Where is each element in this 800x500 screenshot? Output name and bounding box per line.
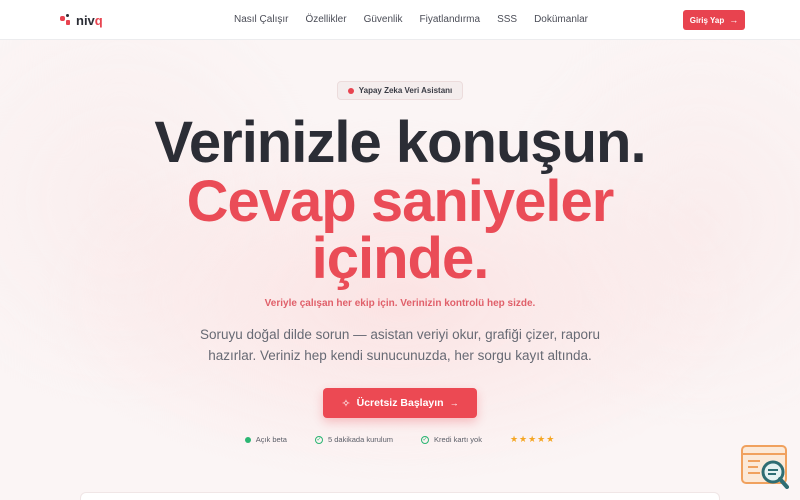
nav-link-docs[interactable]: Dokümanlar [534, 14, 588, 25]
hero-tagline: Veriyle çalışan her ekip için. Verinizin… [264, 298, 536, 309]
top-nav: nivq Nasıl Çalışır Özellikler Güvenlik F… [0, 0, 800, 40]
nav-link-how-it-works[interactable]: Nasıl Çalışır [234, 14, 288, 25]
logo[interactable]: nivq [60, 12, 103, 28]
start-free-button[interactable]: ✧ Ücretsiz Başlayın → [323, 388, 477, 418]
arrow-right-icon: → [729, 14, 739, 25]
hero-title-line-1: Verinizle konuşun. [154, 110, 646, 175]
hero-title-line-2: Cevap saniyeler [186, 169, 615, 234]
nav-link-faq[interactable]: SSS [497, 14, 517, 25]
check-circle-icon: ✓ [421, 435, 430, 444]
chat-search-icon[interactable] [741, 445, 789, 489]
nav-link-pricing[interactable]: Fiyatlandırma [419, 14, 480, 25]
nav-link-features[interactable]: Özellikler [305, 14, 346, 25]
feature-label: Kredi kartı yok [434, 435, 482, 444]
hero-badge-label: Yapay Zeka Veri Asistanı [358, 86, 453, 95]
login-button-label: Giriş Yap [689, 15, 725, 25]
preview-card [80, 492, 720, 500]
nav-links: Nasıl Çalışır Özellikler Güvenlik Fiyatl… [234, 14, 588, 25]
start-free-button-label: Ücretsiz Başlayın [356, 397, 444, 409]
feature-no-card: ✓ Kredi kartı yok [421, 435, 482, 444]
hero-title-line-3: içinde. [311, 226, 490, 291]
logo-mark-icon [60, 14, 72, 26]
feature-label: 5 dakikada kurulum [327, 435, 394, 444]
feature-setup: ✓ 5 dakikada kurulum [314, 435, 394, 444]
hero-description: Soruyu doğal dilde sorun — asistan veriy… [200, 327, 600, 363]
nav-link-security[interactable]: Güvenlik [364, 14, 403, 25]
arrow-right-icon: → [449, 397, 459, 408]
login-button[interactable]: Giriş Yap → [683, 10, 745, 30]
status-dot-icon [244, 436, 251, 443]
hero-badge: Yapay Zeka Veri Asistanı [337, 81, 463, 100]
feature-open-beta: Açık beta [244, 435, 287, 444]
sparkle-icon: ✧ [341, 397, 351, 410]
feature-list: Açık beta ✓ 5 dakikada kurulum ✓ Kredi k… [0, 434, 800, 445]
status-dot-icon [347, 87, 354, 94]
feature-label: Açık beta [255, 435, 287, 444]
rating-stars: ★★★★★ [509, 434, 556, 444]
check-circle-icon: ✓ [314, 435, 323, 444]
logo-text: nivq [76, 12, 103, 28]
